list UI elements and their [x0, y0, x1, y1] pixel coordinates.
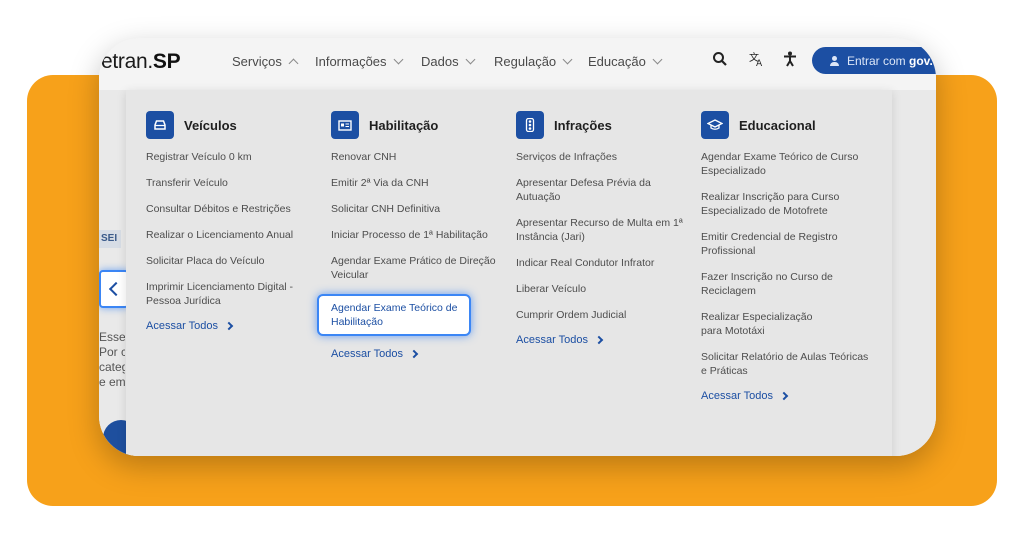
- menu-link[interactable]: Transferir Veículo: [146, 176, 316, 190]
- column-header: Educacional: [701, 110, 871, 140]
- menu-link[interactable]: Emitir 2ª Via da CNH: [331, 176, 501, 190]
- menu-link[interactable]: Consultar Débitos e Restrições: [146, 202, 316, 216]
- logo-bold: SP: [152, 50, 181, 73]
- menu-link[interactable]: Serviços de Infrações: [516, 150, 686, 164]
- login-bold: gov.br: [909, 53, 936, 68]
- chevron-right-icon: [409, 349, 419, 359]
- chevron-down-icon: [652, 54, 663, 65]
- nav-label: Regulação: [494, 54, 557, 69]
- menu-link[interactable]: Renovar CNH: [331, 150, 501, 164]
- menu-link[interactable]: Emitir Credencial de Registro Profission…: [701, 230, 841, 258]
- traffic-light-icon: [516, 111, 544, 139]
- access-all-label: Acessar Todos: [146, 320, 218, 332]
- background-text-line: Esse: [99, 330, 125, 344]
- menu-column-veiculos: Veículos Registrar Veículo 0 km Transfer…: [146, 110, 316, 332]
- menu-link[interactable]: Agendar Exame Teórico de Curso Especiali…: [701, 150, 871, 178]
- translate-icon[interactable]: 文A: [749, 51, 765, 72]
- menu-link[interactable]: Realizar Especialização para Mototáxi: [701, 310, 836, 338]
- menu-column-habilitacao: Habilitação Renovar CNH Emitir 2ª Via da…: [317, 110, 501, 360]
- menu-link[interactable]: Imprimir Licenciamento Digital - Pessoa …: [146, 280, 301, 308]
- menu-link[interactable]: Fazer Inscrição no Curso de Reciclagem: [701, 270, 836, 298]
- access-all-label: Acessar Todos: [516, 334, 588, 346]
- chevron-down-icon: [562, 54, 573, 65]
- stage: etran.SP Serviços Informações Dados Regu…: [0, 0, 1024, 536]
- login-label: Entrar com gov.br: [847, 54, 936, 68]
- nav-educacao[interactable]: Educação: [588, 54, 663, 69]
- nav-servicos[interactable]: Serviços: [232, 54, 299, 69]
- svg-text:A: A: [756, 59, 763, 67]
- menu-column-infracoes: Infrações Serviços de Infrações Apresent…: [516, 110, 686, 346]
- background-text: Esse Por c categ e em: [99, 330, 125, 390]
- chevron-right-icon: [594, 335, 604, 345]
- menu-link[interactable]: Realizar Inscrição para Curso Especializ…: [701, 190, 841, 218]
- access-all-label: Acessar Todos: [331, 348, 403, 360]
- menu-link[interactable]: Solicitar Relatório de Aulas Teóricas e …: [701, 350, 871, 378]
- background-text-line: e em: [99, 375, 125, 389]
- background-text-line: categ: [99, 360, 125, 374]
- site-logo[interactable]: etran.SP: [101, 50, 181, 74]
- column-header: Veículos: [146, 110, 316, 140]
- chevron-right-icon: [779, 391, 789, 401]
- login-text: Entrar com: [847, 53, 910, 68]
- menu-link[interactable]: Liberar Veículo: [516, 282, 686, 296]
- access-all-link[interactable]: Acessar Todos: [146, 320, 316, 332]
- graduation-cap-icon: [701, 111, 729, 139]
- user-icon: [830, 56, 839, 66]
- menu-link[interactable]: Registrar Veículo 0 km: [146, 150, 316, 164]
- chevron-down-icon: [393, 54, 403, 65]
- menu-link[interactable]: Iniciar Processo de 1ª Habilitação: [331, 228, 501, 242]
- background-text-line: Por c: [99, 345, 125, 359]
- menu-link[interactable]: Apresentar Recurso de Multa em 1ª Instân…: [516, 216, 686, 244]
- chevron-up-icon: [288, 58, 299, 68]
- background-chip: SEI: [99, 230, 121, 248]
- column-header: Habilitação: [331, 110, 501, 140]
- column-title: Veículos: [184, 117, 237, 133]
- id-card-icon: [331, 111, 359, 139]
- accessibility-icon[interactable]: [783, 51, 797, 72]
- menu-link[interactable]: Agendar Exame Prático de Direção Veicula…: [331, 254, 496, 282]
- menu-link[interactable]: Apresentar Defesa Prévia da Autuação: [516, 176, 651, 204]
- browser-frame: etran.SP Serviços Informações Dados Regu…: [99, 38, 936, 456]
- column-title: Habilitação: [369, 117, 439, 133]
- chevron-down-icon: [465, 54, 476, 65]
- menu-link[interactable]: Solicitar Placa do Veículo: [146, 254, 316, 268]
- column-header: Infrações: [516, 110, 686, 140]
- menu-link[interactable]: Indicar Real Condutor Infrator: [516, 256, 686, 270]
- column-title: Infrações: [554, 117, 612, 133]
- access-all-label: Acessar Todos: [701, 390, 773, 402]
- nav-label: Educação: [588, 54, 646, 69]
- access-all-link[interactable]: Acessar Todos: [701, 390, 871, 402]
- logo-text: etran.: [101, 50, 153, 73]
- menu-link[interactable]: Realizar o Licenciamento Anual: [146, 228, 316, 242]
- menu-link[interactable]: Cumprir Ordem Judicial: [516, 308, 686, 322]
- login-govbr-button[interactable]: Entrar com gov.br: [812, 47, 936, 74]
- access-all-link[interactable]: Acessar Todos: [516, 334, 686, 346]
- search-icon[interactable]: [712, 51, 728, 72]
- services-mega-menu: Veículos Registrar Veículo 0 km Transfer…: [126, 90, 892, 456]
- nav-dados[interactable]: Dados: [421, 54, 476, 69]
- menu-column-educacional: Educacional Agendar Exame Teórico de Cur…: [701, 110, 871, 402]
- column-title: Educacional: [739, 117, 816, 133]
- carousel-prev-button[interactable]: [99, 270, 129, 308]
- nav-informacoes[interactable]: Informações: [315, 54, 403, 69]
- nav-label: Dados: [421, 54, 459, 69]
- chevron-left-icon: [108, 281, 124, 297]
- chevron-right-icon: [224, 321, 234, 331]
- nav-label: Informações: [315, 54, 387, 69]
- car-icon: [146, 111, 174, 139]
- menu-link[interactable]: Solicitar CNH Definitiva: [331, 202, 501, 216]
- site-header: etran.SP Serviços Informações Dados Regu…: [99, 38, 936, 90]
- nav-label: Serviços: [232, 54, 282, 69]
- menu-link-highlighted[interactable]: Agendar Exame Teórico de Habilitação: [317, 294, 471, 336]
- nav-regulacao[interactable]: Regulação: [494, 54, 573, 69]
- access-all-link[interactable]: Acessar Todos: [331, 348, 501, 360]
